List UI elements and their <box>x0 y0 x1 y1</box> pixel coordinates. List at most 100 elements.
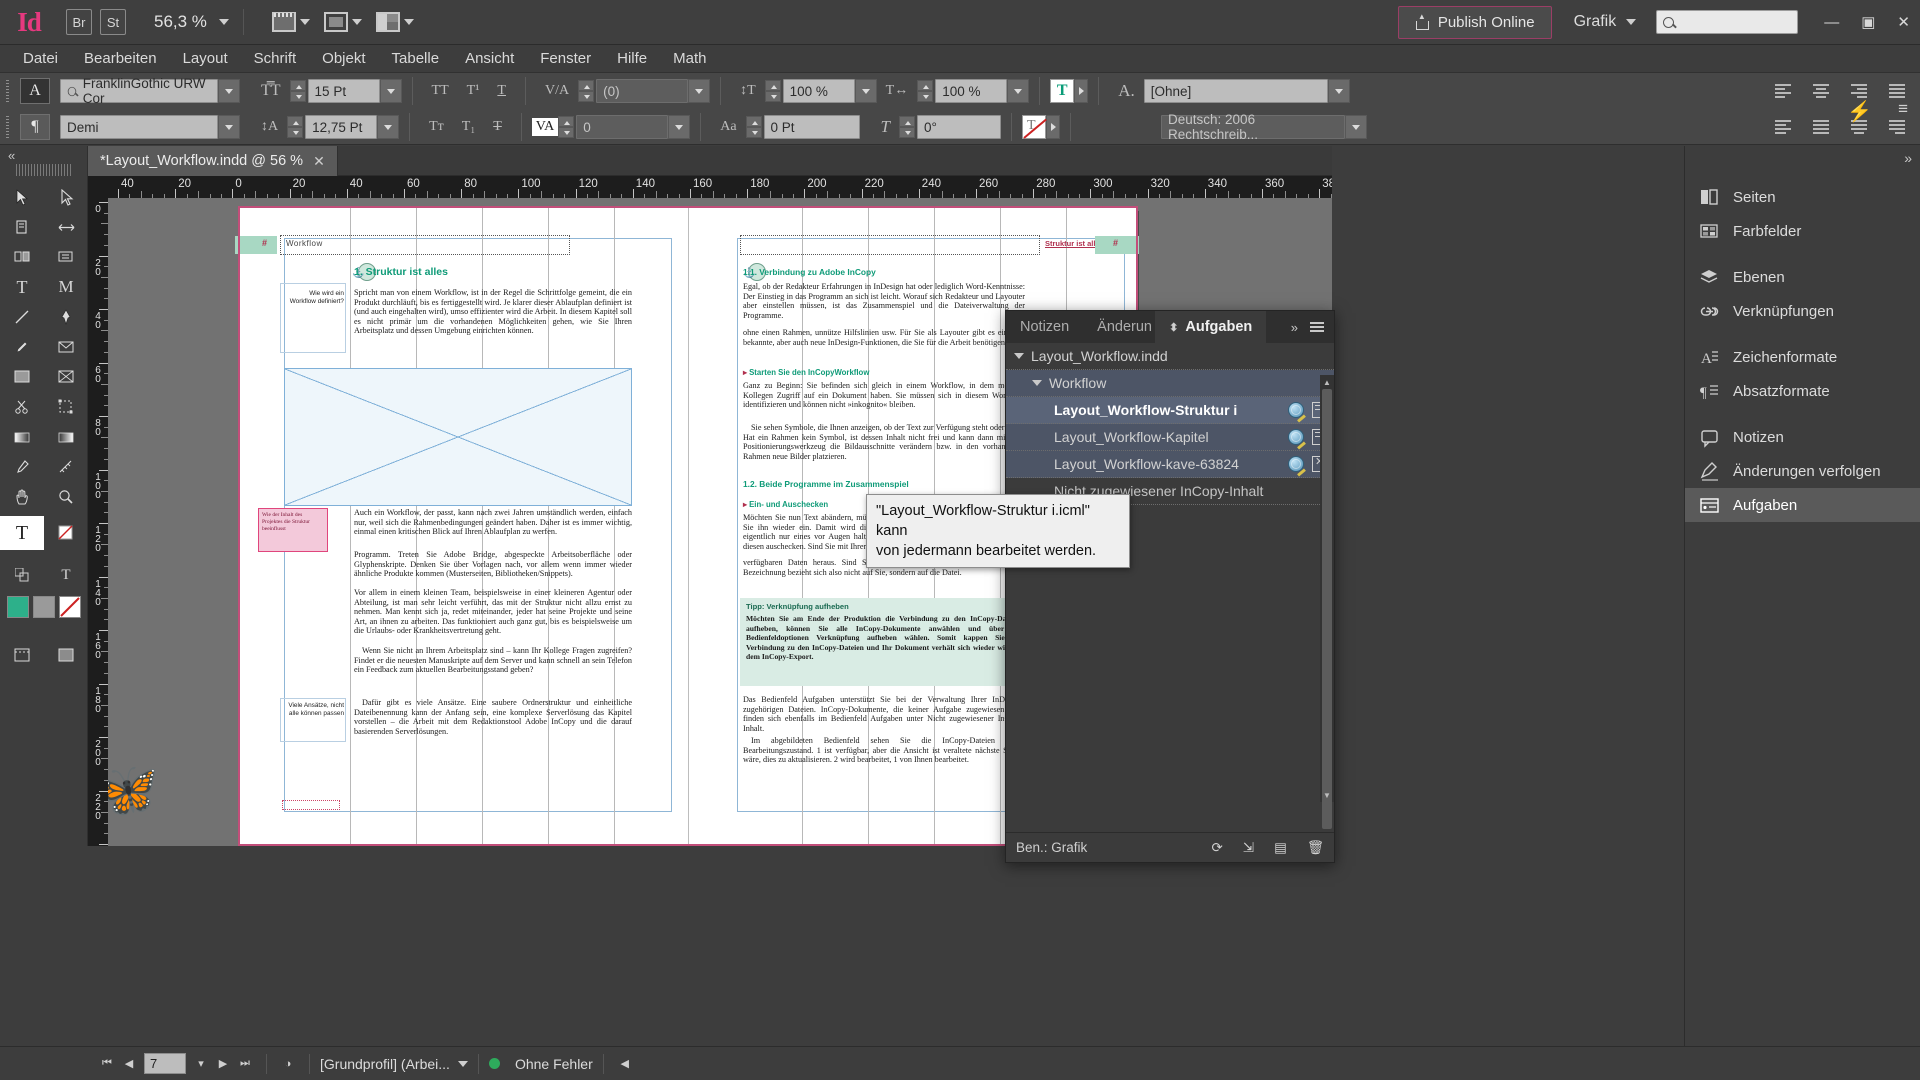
publish-online-button[interactable]: Publish Online <box>1397 5 1552 39</box>
vertical-scale-dropdown[interactable] <box>854 79 877 103</box>
note-tool[interactable] <box>44 332 88 362</box>
justify-all-button[interactable] <box>1810 116 1832 138</box>
left-header-frame[interactable] <box>280 235 570 255</box>
underline-button[interactable]: T <box>488 83 515 99</box>
apply-none-swatch[interactable] <box>58 596 81 618</box>
sidebar-item-absatzformate[interactable]: ¶ Absatzformate <box>1685 374 1920 408</box>
vertical-scale-stepper[interactable] <box>764 80 781 102</box>
menu-schrift[interactable]: Schrift <box>241 45 310 73</box>
panel-grip[interactable] <box>0 73 14 109</box>
close-button[interactable]: ✕ <box>1897 13 1910 31</box>
page-dropdown-icon[interactable]: ▾ <box>190 1053 212 1075</box>
workspace-switcher[interactable]: Grafik <box>1574 13 1637 31</box>
tab-notizen[interactable]: Notizen <box>1006 311 1083 343</box>
style-none-dropdown[interactable] <box>1327 79 1350 103</box>
panel-grip-2[interactable] <box>0 109 14 145</box>
font-family-combo[interactable]: FranklinGothic URW Cor <box>60 76 240 106</box>
horizontal-scale-dropdown[interactable] <box>1007 79 1030 103</box>
no-style-expand-button[interactable] <box>1046 115 1061 139</box>
type-on-path-tool[interactable]: M <box>44 272 88 302</box>
vertical-scale-value[interactable]: 100 % <box>782 79 855 103</box>
formatting-affects-text-icon[interactable]: T <box>44 560 88 590</box>
language-dropdown[interactable] <box>1345 115 1368 139</box>
left-folio-bar[interactable] <box>235 236 277 254</box>
font-size-dropdown[interactable] <box>379 79 402 103</box>
assignments-floating-panel[interactable]: Notizen Änderun Aufgaben » Layout_Workfl… <box>1005 310 1335 863</box>
tab-aenderungen[interactable]: Änderun <box>1083 311 1155 343</box>
style-none-value[interactable]: [Ohne] <box>1143 79 1328 103</box>
horizontal-ruler[interactable]: 40 20 0 20 40 60 80 100 120 140 160 180 200 220 240 260… <box>88 176 1332 198</box>
next-page-button[interactable]: ▶ <box>212 1053 234 1075</box>
zoom-level-control[interactable]: 56,3 % <box>154 12 229 32</box>
align-center-button[interactable] <box>1810 80 1832 102</box>
justify-right-button[interactable] <box>1886 116 1908 138</box>
view-mode-button[interactable] <box>271 12 310 32</box>
font-style-dropdown[interactable] <box>218 115 240 139</box>
chevron-down-icon[interactable] <box>218 19 229 25</box>
menu-ansicht[interactable]: Ansicht <box>452 45 527 73</box>
kerning-value[interactable]: (0) <box>596 79 689 103</box>
globe-pencil-icon[interactable] <box>1288 456 1306 477</box>
chevron-down-icon[interactable] <box>457 1060 468 1067</box>
kerning-stepper[interactable] <box>578 80 595 102</box>
arrange-documents-button[interactable] <box>375 12 414 32</box>
refresh-icon[interactable]: ⟳ <box>1211 840 1222 856</box>
scroll-down-icon[interactable]: ▼ <box>1320 788 1334 802</box>
scroll-up-icon[interactable]: ▲ <box>1320 375 1334 389</box>
line-tool[interactable] <box>0 302 44 332</box>
menu-layout[interactable]: Layout <box>170 45 241 73</box>
page-tool[interactable] <box>0 212 44 242</box>
font-style-value[interactable]: Demi <box>60 115 218 139</box>
superscript-button[interactable]: T¹ <box>458 83 489 99</box>
tools-drag-handle[interactable] <box>15 164 72 176</box>
sidebar-item-seiten[interactable]: Seiten <box>1685 180 1920 214</box>
bridge-button[interactable]: Br <box>66 9 92 35</box>
selection-tool[interactable] <box>0 182 44 212</box>
list-item[interactable]: Layout_Workflow-kave-63824 <box>1006 451 1334 478</box>
leading-combo[interactable]: 12,75 Pt <box>305 115 400 139</box>
right-header-frame[interactable] <box>740 235 1040 255</box>
list-item[interactable]: Layout_Workflow-Kapitel <box>1006 424 1334 451</box>
tracking-value[interactable]: 0 <box>576 115 669 139</box>
chevron-down-icon[interactable] <box>1014 353 1024 359</box>
style-none-combo[interactable]: [Ohne] <box>1143 79 1350 103</box>
last-page-button[interactable]: ⏭ <box>234 1053 256 1075</box>
language-value[interactable]: Deutsch: 2006 Rechtschreib... <box>1161 112 1346 142</box>
list-item[interactable]: Workflow <box>1006 370 1334 397</box>
first-page-button[interactable]: ⏮ <box>96 1053 118 1075</box>
small-caps-button[interactable]: Tт <box>420 119 453 135</box>
menu-objekt[interactable]: Objekt <box>309 45 378 73</box>
document-tab[interactable]: *Layout_Workflow.indd @ 56 % ✕ <box>88 146 338 176</box>
preview-view-mode-button[interactable] <box>44 638 88 672</box>
gradient-feather-tool[interactable] <box>44 422 88 452</box>
direct-selection-tool[interactable] <box>44 182 88 212</box>
menu-fenster[interactable]: Fenster <box>527 45 604 73</box>
globe-pencil-icon[interactable] <box>1288 429 1306 450</box>
vertical-scale-combo[interactable]: 100 % <box>782 79 877 103</box>
skew-value[interactable]: 0° <box>917 115 1002 139</box>
zoom-tool[interactable] <box>44 482 88 512</box>
gap-tool[interactable] <box>44 212 88 242</box>
skew-combo[interactable]: 0° <box>917 115 1002 139</box>
stock-button[interactable]: St <box>100 9 126 35</box>
assignments-list[interactable]: Layout_Workflow.indd Workflow Layout_Wor… <box>1006 343 1334 832</box>
left-image-frame[interactable] <box>284 368 632 506</box>
baseline-shift-combo[interactable]: 0 Pt <box>763 115 860 139</box>
normal-view-mode-button[interactable] <box>0 638 44 672</box>
gradient-swatch-tool[interactable] <box>0 422 44 452</box>
fill-color-tool[interactable]: T <box>0 516 44 550</box>
close-icon[interactable]: ✕ <box>313 153 325 170</box>
scissors-tool[interactable] <box>0 392 44 422</box>
expand-dock-icon[interactable]: » <box>1904 150 1912 166</box>
leading-dropdown[interactable] <box>377 115 400 139</box>
delete-icon[interactable]: 🗑 <box>1307 840 1324 856</box>
tracking-stepper[interactable] <box>558 116 575 138</box>
tracking-dropdown[interactable] <box>668 115 691 139</box>
quick-apply-icon[interactable]: ⚡ <box>1847 99 1872 124</box>
content-collector-tool[interactable] <box>0 242 44 272</box>
pen-tool[interactable] <box>44 302 88 332</box>
rectangle-frame-tool[interactable] <box>0 362 44 392</box>
left-sidenote-frame-1[interactable] <box>280 283 346 353</box>
default-fill-stroke-icon[interactable] <box>0 560 44 590</box>
apply-color-swatch[interactable] <box>6 596 29 618</box>
